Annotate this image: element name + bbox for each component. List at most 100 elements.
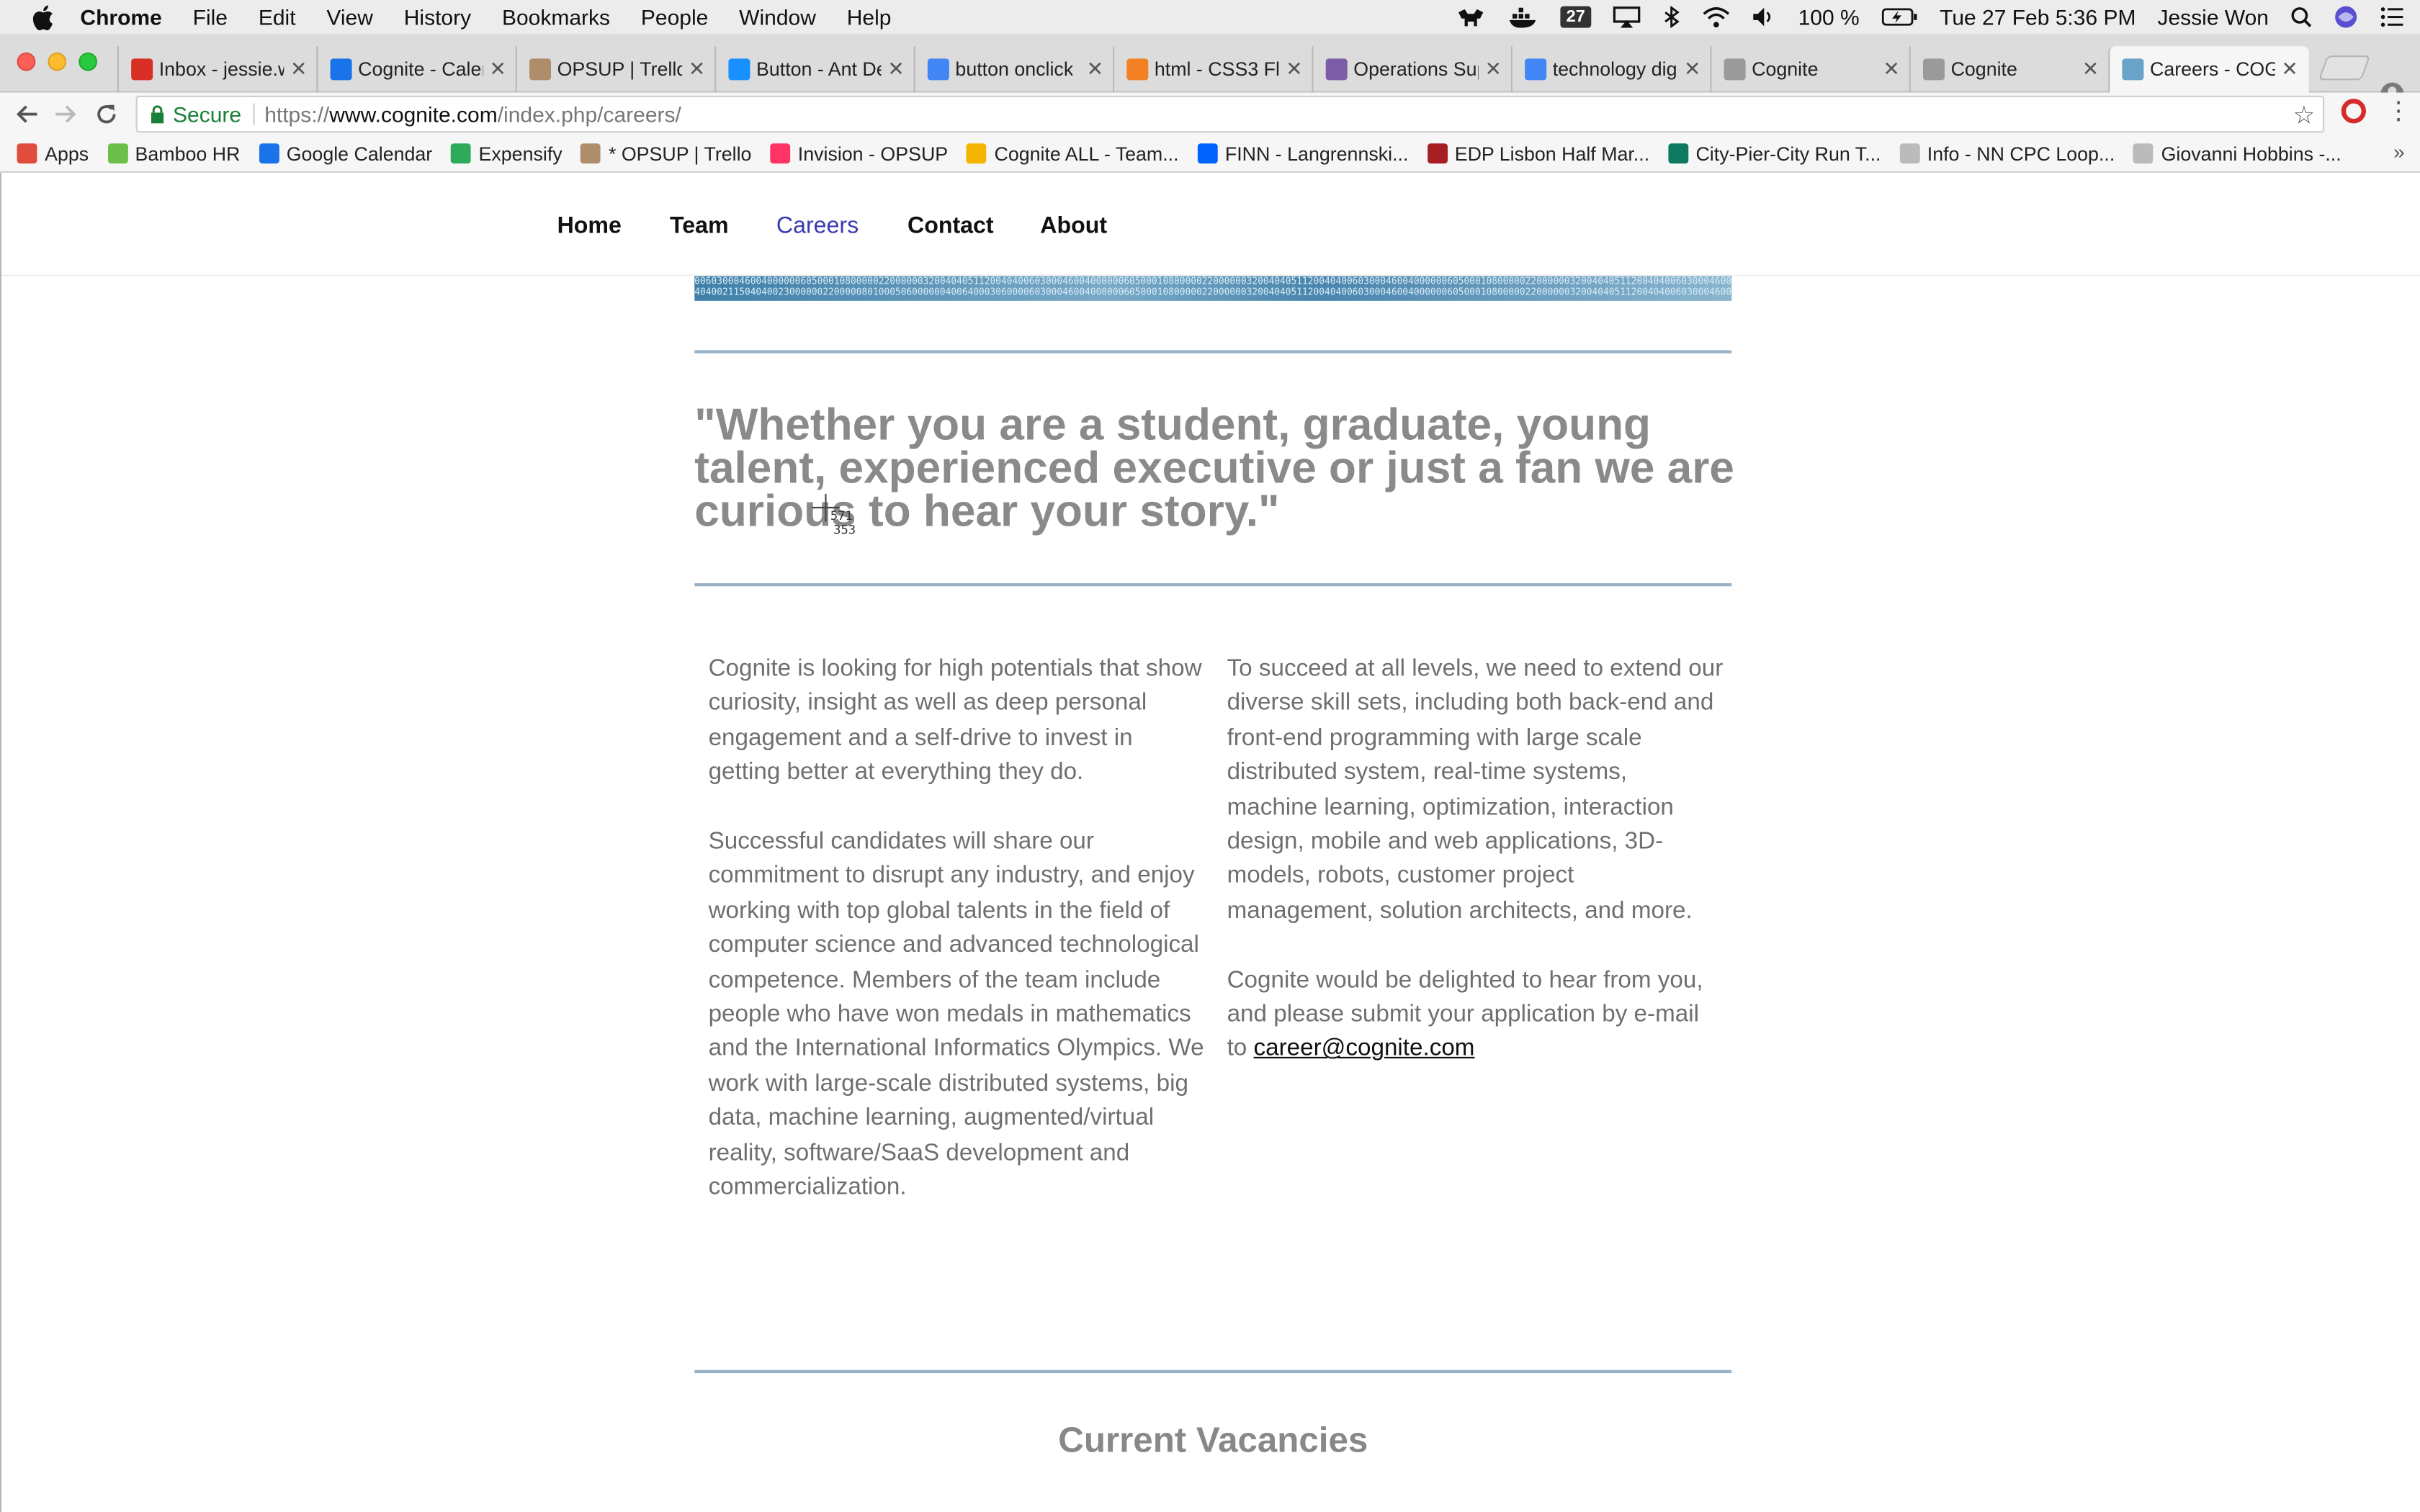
- app-menu-chrome[interactable]: Chrome: [80, 4, 161, 29]
- clock[interactable]: Tue 27 Feb 5:36 PM: [1940, 4, 2136, 29]
- screen: Chrome File Edit View History Bookmarks …: [0, 0, 2420, 1512]
- nav-home[interactable]: Home: [557, 213, 622, 239]
- bookmark-item[interactable]: Google Calendar: [259, 143, 432, 164]
- browser-tab[interactable]: Button - Ant De ✕: [714, 46, 915, 93]
- reload-icon[interactable]: [93, 100, 121, 128]
- bookmark-item[interactable]: Giovanni Hobbins -...: [2133, 143, 2341, 164]
- bookmark-item[interactable]: Apps: [17, 143, 89, 164]
- tab-title: OPSUP | Trello: [557, 58, 683, 81]
- menu-help[interactable]: Help: [847, 4, 892, 29]
- bookmark-label: City-Pier-City Run T...: [1695, 143, 1881, 165]
- browser-tab[interactable]: button onclick ✕: [913, 46, 1115, 93]
- left-paragraph-2: Successful candidates will share our com…: [708, 828, 1204, 1201]
- browser-tab[interactable]: technology digi ✕: [1510, 46, 1712, 93]
- bookmark-favicon-icon: [966, 143, 987, 164]
- minimize-window-button[interactable]: [48, 52, 67, 71]
- browser-tab[interactable]: Inbox - jessie.w ✕: [117, 46, 318, 93]
- bookmark-item[interactable]: Bamboo HR: [107, 143, 240, 164]
- bookmark-favicon-icon: [450, 143, 471, 164]
- nav-about[interactable]: About: [1040, 213, 1107, 239]
- menu-bookmarks[interactable]: Bookmarks: [502, 4, 610, 29]
- forward-arrow-icon[interactable]: [53, 100, 81, 128]
- bookmark-favicon-icon: [1899, 143, 1920, 164]
- menu-window[interactable]: Window: [739, 4, 816, 29]
- browser-tab[interactable]: Cognite ✕: [1710, 46, 1911, 93]
- chrome-menu-icon[interactable]: ⋮: [2386, 96, 2411, 127]
- menu-history[interactable]: History: [404, 4, 471, 29]
- tab-close-icon[interactable]: ✕: [1684, 57, 1700, 81]
- bluetooth-icon[interactable]: [1662, 6, 1681, 28]
- bookmark-item[interactable]: Info - NN CPC Loop...: [1899, 143, 2115, 164]
- battery-charging-icon[interactable]: [1881, 8, 1918, 27]
- tab-title: technology digi: [1552, 58, 1678, 81]
- menu-people[interactable]: People: [641, 4, 708, 29]
- bookmark-favicon-icon: [107, 143, 127, 164]
- tab-close-icon[interactable]: ✕: [290, 57, 307, 81]
- cursor-readout-x: 571: [830, 509, 853, 523]
- tab-close-icon[interactable]: ✕: [689, 57, 705, 81]
- menu-file[interactable]: File: [193, 4, 228, 29]
- tab-close-icon[interactable]: ✕: [489, 57, 506, 81]
- tab-close-icon[interactable]: ✕: [1286, 57, 1302, 81]
- wifi-icon[interactable]: [1703, 6, 1731, 28]
- calendar-badge[interactable]: 27: [1560, 6, 1592, 28]
- bookmark-item[interactable]: FINN - Langrennski...: [1197, 143, 1408, 164]
- macos-menubar: Chrome File Edit View History Bookmarks …: [0, 0, 2420, 35]
- tab-close-icon[interactable]: ✕: [1485, 57, 1502, 81]
- nav-team[interactable]: Team: [670, 213, 729, 239]
- bookmark-label: Bamboo HR: [135, 143, 241, 165]
- siri-icon[interactable]: [2334, 4, 2358, 29]
- opera-extension-icon[interactable]: [2341, 99, 2366, 124]
- bookmark-item[interactable]: Cognite ALL - Team...: [966, 143, 1179, 164]
- browser-tab[interactable]: html - CSS3 Fle ✕: [1113, 46, 1314, 93]
- bookmarks-overflow-icon[interactable]: »: [2393, 140, 2405, 163]
- battery-percentage: 100 %: [1798, 4, 1860, 30]
- tab-close-icon[interactable]: ✕: [1883, 57, 1899, 81]
- bookmark-favicon-icon: [1427, 143, 1447, 164]
- browser-tab[interactable]: OPSUP | Trello ✕: [515, 46, 717, 93]
- tab-close-icon[interactable]: ✕: [1087, 57, 1103, 81]
- address-bar[interactable]: Secure https:// www.cognite.com /index.p…: [135, 95, 2325, 133]
- tab-title: Cognite - Calen: [358, 58, 483, 81]
- browser-tab[interactable]: Operations Sup ✕: [1312, 46, 1512, 93]
- browser-tab[interactable]: Cognite ✕: [1909, 46, 2110, 93]
- close-window-button[interactable]: [17, 52, 36, 71]
- docker-whale-icon[interactable]: [1507, 6, 1538, 28]
- menu-edit[interactable]: Edit: [259, 4, 296, 29]
- tab-close-icon[interactable]: ✕: [2281, 57, 2298, 81]
- new-tab-button[interactable]: [2318, 55, 2371, 81]
- tab-close-icon[interactable]: ✕: [887, 57, 904, 81]
- volume-icon[interactable]: [1752, 6, 1776, 28]
- right-paragraph-2: Cognite would be delighted to hear from …: [1227, 964, 1724, 1068]
- nav-contact[interactable]: Contact: [908, 213, 994, 239]
- bookmark-star-icon[interactable]: ☆: [2293, 100, 2316, 131]
- moose-icon[interactable]: [1455, 6, 1486, 28]
- browser-tab[interactable]: Careers - COGN ✕: [2108, 46, 2309, 93]
- tab-close-icon[interactable]: ✕: [2082, 57, 2099, 81]
- maximize-window-button[interactable]: [79, 52, 97, 71]
- career-email-link[interactable]: career@cognite.com: [1254, 1036, 1475, 1062]
- secure-indicator[interactable]: Secure: [150, 102, 241, 127]
- bookmark-item[interactable]: Invision - OPSUP: [770, 143, 948, 164]
- notification-center-icon[interactable]: [2380, 6, 2404, 28]
- tab-title: Inbox - jessie.w: [158, 58, 284, 81]
- bookmark-favicon-icon: [17, 143, 37, 164]
- bookmark-item[interactable]: City-Pier-City Run T...: [1667, 143, 1881, 165]
- back-arrow-icon[interactable]: [12, 100, 40, 128]
- bookmark-label: Apps: [45, 143, 89, 165]
- user-name[interactable]: Jessie Won: [2157, 4, 2269, 29]
- airplay-icon[interactable]: [1613, 6, 1641, 28]
- menu-view[interactable]: View: [326, 4, 372, 29]
- bookmark-favicon-icon: [259, 143, 279, 164]
- nav-careers[interactable]: Careers: [776, 213, 859, 239]
- apple-menu-icon[interactable]: [28, 3, 56, 31]
- tab-favicon-icon: [1923, 58, 1945, 81]
- bookmark-item[interactable]: EDP Lisbon Half Mar...: [1427, 143, 1649, 164]
- left-paragraph-1: Cognite is looking for high potentials t…: [708, 655, 1202, 786]
- spotlight-search-icon[interactable]: [2290, 6, 2312, 28]
- tab-favicon-icon: [330, 58, 352, 81]
- browser-tab[interactable]: Cognite - Calen ✕: [316, 46, 517, 93]
- bookmark-label: * OPSUP | Trello: [608, 143, 752, 165]
- bookmark-item[interactable]: * OPSUP | Trello: [581, 143, 751, 164]
- bookmark-item[interactable]: Expensify: [450, 143, 563, 164]
